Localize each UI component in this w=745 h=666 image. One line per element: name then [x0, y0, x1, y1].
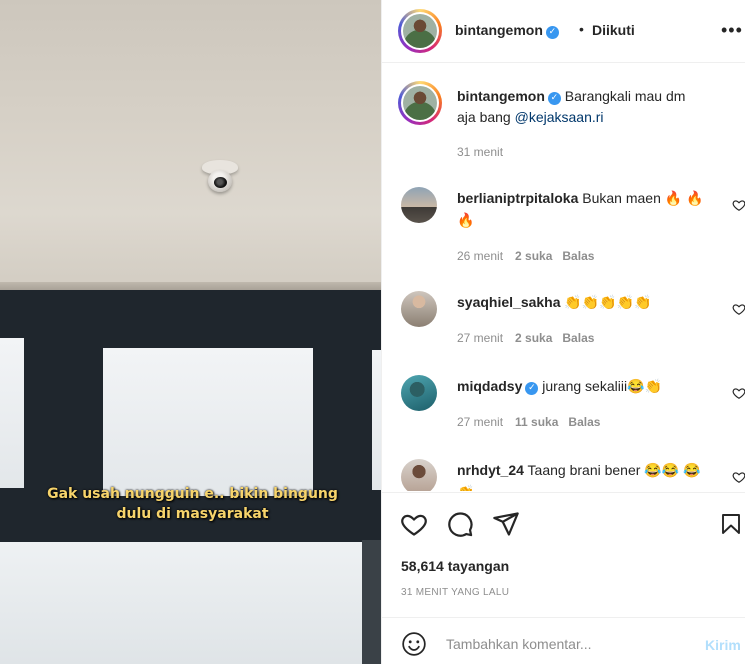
reply-button[interactable]: Balas — [562, 331, 594, 345]
comment-text: syaqhiel_sakha 👏👏👏👏👏 — [457, 294, 652, 310]
caption-text: bintangemon ✓ Barangkali mau dm aja bang … — [457, 88, 686, 125]
commenter-avatar[interactable] — [401, 187, 437, 223]
post-timestamp[interactable]: 31 MENIT YANG LALU — [401, 587, 509, 598]
share-icon[interactable] — [492, 510, 520, 538]
post-actions: 58,614 tayangan 31 MENIT YANG LALU Kirim — [382, 492, 745, 665]
smile-icon[interactable] — [401, 631, 427, 657]
like-comment-heart-icon[interactable] — [732, 470, 745, 484]
commenter-username-link[interactable]: nrhdyt_24 — [457, 462, 524, 478]
commenter-username-link[interactable]: miqdadsy — [457, 378, 522, 394]
comment-text: nrhdyt_24 Taang brani bener 😂😂 😂👏 — [457, 462, 701, 491]
comment-text: miqdadsy ✓ jurang sekaliii😂👏 — [457, 378, 662, 395]
video-player[interactable]: Gak usah nungguin e.. bikin bingung dulu… — [0, 0, 381, 664]
following-button[interactable]: Diikuti — [592, 22, 635, 38]
post-comment-button[interactable]: Kirim — [705, 637, 741, 653]
caption-avatar[interactable] — [398, 81, 442, 125]
video-caption-line-1: Gak usah nungguin e.. bikin bingung — [47, 486, 338, 502]
commenter-avatar[interactable] — [401, 459, 437, 491]
video-caption: Gak usah nungguin e.. bikin bingung dulu… — [30, 484, 355, 524]
video-ceiling — [0, 0, 381, 285]
reply-button[interactable]: Balas — [562, 249, 594, 263]
commenter-username-link[interactable]: syaqhiel_sakha — [457, 294, 561, 310]
like-comment-heart-icon[interactable] — [732, 386, 745, 400]
comment-meta: 27 menit 2 suka Balas — [457, 331, 595, 345]
like-comment-heart-icon[interactable] — [732, 198, 745, 212]
caption-time: 31 menit — [457, 145, 504, 159]
separator-dot: • — [579, 21, 584, 37]
reply-button[interactable]: Balas — [568, 415, 600, 429]
commenter-avatar[interactable] — [401, 375, 437, 411]
author-username-link[interactable]: bintangemon ✓ — [455, 22, 559, 39]
cctv-camera — [200, 160, 240, 196]
commenter-username-link[interactable]: berlianiptrpitaloka — [457, 190, 578, 206]
add-comment-bar: Kirim — [382, 617, 745, 666]
author-avatar[interactable] — [398, 9, 442, 53]
like-comment-heart-icon[interactable] — [732, 302, 745, 316]
mention-link[interactable]: @kejaksaan.ri — [515, 109, 604, 125]
comment-meta: 27 menit 11 suka Balas — [457, 415, 601, 429]
comment-likes-link[interactable]: 2 suka — [515, 331, 552, 345]
comment-input[interactable] — [446, 630, 676, 658]
verified-icon: ✓ — [525, 382, 539, 395]
post-side-panel: bintangemon ✓ • Diikuti ••• bintangemon ✓ … — [381, 0, 745, 664]
caption-username-link[interactable]: bintangemon — [457, 88, 545, 104]
commenter-avatar[interactable] — [401, 291, 437, 327]
comment-likes-link[interactable]: 2 suka — [515, 249, 552, 263]
video-window-frame — [0, 290, 381, 664]
comments-list[interactable]: bintangemon ✓ Barangkali mau dm aja bang … — [382, 63, 745, 491]
comment-text: berlianiptrpitaloka Bukan maen 🔥 🔥🔥 — [457, 190, 704, 228]
like-heart-icon[interactable] — [400, 510, 428, 538]
video-caption-line-2: dulu di masyarakat — [116, 506, 269, 522]
post-header: bintangemon ✓ • Diikuti ••• — [382, 0, 745, 63]
comment-icon[interactable] — [446, 510, 474, 538]
bookmark-icon[interactable] — [719, 510, 743, 538]
verified-icon: ✓ — [547, 92, 561, 105]
more-options-icon[interactable]: ••• — [721, 20, 743, 41]
comment-meta: 26 menit 2 suka Balas — [457, 249, 595, 263]
comment-likes-link[interactable]: 11 suka — [515, 415, 558, 429]
view-count[interactable]: 58,614 tayangan — [401, 558, 509, 574]
verified-icon: ✓ — [545, 26, 559, 39]
